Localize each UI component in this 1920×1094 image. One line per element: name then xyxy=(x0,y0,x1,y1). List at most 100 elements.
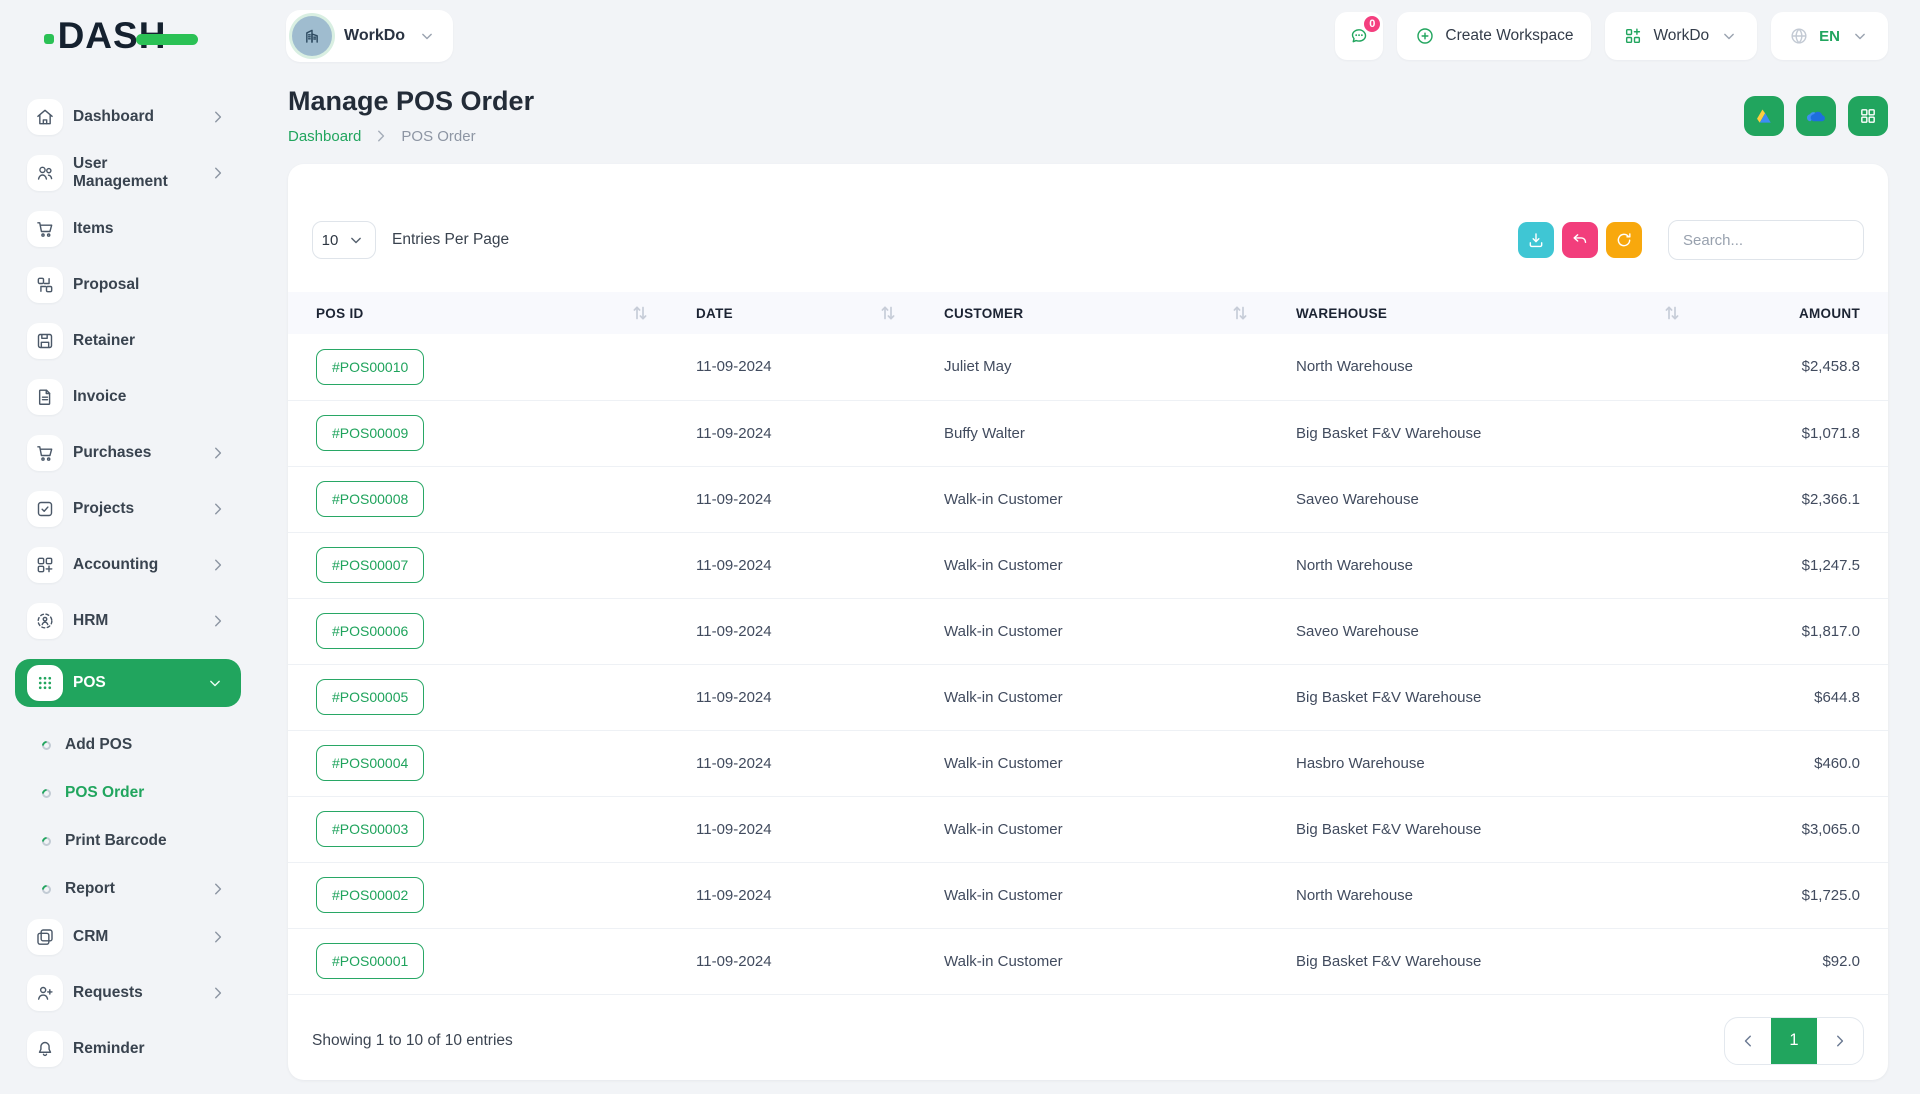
chevron-left-icon xyxy=(1738,1031,1758,1051)
pos-id-badge[interactable]: #POS00008 xyxy=(316,481,424,517)
sidebar-item-label: Requests xyxy=(73,984,198,1002)
sort-icon xyxy=(630,303,650,323)
table-row: #POS0000411-09-2024Walk-in CustomerHasbr… xyxy=(288,730,1888,796)
sidebar-item-crm[interactable]: CRM xyxy=(27,919,240,955)
sidebar-item-reminder[interactable]: Reminder xyxy=(27,1031,240,1067)
table-row: #POS0000711-09-2024Walk-in CustomerNorth… xyxy=(288,532,1888,598)
sidebar-item-label: POS xyxy=(73,674,195,692)
column-header-pos-id[interactable]: POS ID xyxy=(288,292,680,334)
column-header-label: DATE xyxy=(696,306,733,321)
sidebar-item-label: Invoice xyxy=(73,388,240,406)
google-drive-button[interactable] xyxy=(1744,96,1784,136)
sidebar-item-proposal[interactable]: Proposal xyxy=(27,267,240,303)
pos-id-badge[interactable]: #POS00007 xyxy=(316,547,424,583)
gdrive-icon xyxy=(1753,105,1775,127)
cell-date: 11-09-2024 xyxy=(680,664,928,730)
pos-id-badge[interactable]: #POS00001 xyxy=(316,943,424,979)
sidebar-item-label: Reminder xyxy=(73,1040,240,1058)
sidebar-item-dashboard[interactable]: Dashboard xyxy=(27,99,240,135)
sidebar-subitem-report[interactable]: Report xyxy=(0,865,256,913)
page-header: Manage POS Order Dashboard POS Order xyxy=(288,86,1888,146)
sidebar-item-requests[interactable]: Requests xyxy=(27,975,240,1011)
app-switcher-button[interactable]: WorkDo xyxy=(1605,12,1757,60)
sidebar-item-pos[interactable]: POS xyxy=(15,659,241,707)
cell-warehouse: North Warehouse xyxy=(1280,532,1712,598)
pos-id-badge[interactable]: #POS00009 xyxy=(316,415,424,451)
pos-id-badge[interactable]: #POS00010 xyxy=(316,349,424,385)
column-header-inner: WAREHOUSE xyxy=(1296,303,1696,323)
cell-amount: $2,458.8 xyxy=(1712,334,1888,400)
sidebar-subitem-add-pos[interactable]: Add POS xyxy=(0,721,256,769)
language-code: EN xyxy=(1819,28,1840,45)
cell-customer: Juliet May xyxy=(928,334,1280,400)
crm-icon xyxy=(27,919,63,955)
user-plus-icon xyxy=(27,975,63,1011)
pos-icon xyxy=(27,665,63,701)
cell-amount: $644.8 xyxy=(1712,664,1888,730)
column-header-label: CUSTOMER xyxy=(944,306,1023,321)
cell-customer: Walk-in Customer xyxy=(928,664,1280,730)
chevron-right-icon xyxy=(208,443,228,463)
cell-pos-id: #POS00007 xyxy=(288,532,680,598)
pos-id-badge[interactable]: #POS00006 xyxy=(316,613,424,649)
sidebar-subitem-print-barcode[interactable]: Print Barcode xyxy=(0,817,256,865)
pos-id-badge[interactable]: #POS00003 xyxy=(316,811,424,847)
cell-pos-id: #POS00006 xyxy=(288,598,680,664)
entries-per-page-select[interactable]: 10 xyxy=(312,221,376,259)
column-header-warehouse[interactable]: WAREHOUSE xyxy=(1280,292,1712,334)
sidebar-item-invoice[interactable]: Invoice xyxy=(27,379,240,415)
sidebar-subitem-label: Print Barcode xyxy=(65,832,256,850)
cell-customer: Buffy Walter xyxy=(928,400,1280,466)
entries-per-page: 10 Entries Per Page xyxy=(312,221,509,259)
sidebar-item-projects[interactable]: Projects xyxy=(27,491,240,527)
pagination-prev-button[interactable] xyxy=(1725,1018,1771,1064)
sidebar-item-label: Accounting xyxy=(73,556,198,574)
export-button[interactable] xyxy=(1518,222,1554,258)
cell-pos-id: #POS00004 xyxy=(288,730,680,796)
cell-pos-id: #POS00010 xyxy=(288,334,680,400)
pagination-page-1[interactable]: 1 xyxy=(1771,1018,1817,1064)
breadcrumb-dashboard-link[interactable]: Dashboard xyxy=(288,128,361,145)
sidebar-item-items[interactable]: Items xyxy=(27,211,240,247)
chevron-down-icon xyxy=(1719,26,1739,46)
column-header-customer[interactable]: CUSTOMER xyxy=(928,292,1280,334)
pagination-next-button[interactable] xyxy=(1817,1018,1863,1064)
pos-id-badge[interactable]: #POS00004 xyxy=(316,745,424,781)
sidebar-item-retainer[interactable]: Retainer xyxy=(27,323,240,359)
logo-dash xyxy=(136,34,198,45)
refresh-icon xyxy=(1614,230,1634,250)
language-selector[interactable]: EN xyxy=(1771,12,1888,60)
app-logo[interactable]: DASH xyxy=(58,15,199,57)
workspace-selector[interactable]: WorkDo xyxy=(286,10,453,62)
refresh-button[interactable] xyxy=(1606,222,1642,258)
cell-customer: Walk-in Customer xyxy=(928,796,1280,862)
sidebar-subitem-pos-order[interactable]: POS Order xyxy=(0,769,256,817)
chevron-right-icon xyxy=(208,163,228,183)
sidebar-item-label: Purchases xyxy=(73,444,198,462)
bullet-icon xyxy=(40,739,53,752)
pos-order-card: 10 Entries Per Page POS ID DATE CUSTOMER WA… xyxy=(288,164,1888,1080)
column-header-label: AMOUNT xyxy=(1799,306,1860,321)
sidebar-subitem-label: POS Order xyxy=(65,784,256,802)
create-workspace-button[interactable]: Create Workspace xyxy=(1397,12,1591,60)
sidebar-item-purchases[interactable]: Purchases xyxy=(27,435,240,471)
sidebar-item-label: Retainer xyxy=(73,332,240,350)
pos-id-badge[interactable]: #POS00002 xyxy=(316,877,424,913)
app-switcher-label: WorkDo xyxy=(1653,27,1709,45)
search-input[interactable] xyxy=(1668,220,1864,260)
sidebar-item-accounting[interactable]: Accounting xyxy=(27,547,240,583)
pos-id-badge[interactable]: #POS00005 xyxy=(316,679,424,715)
sidebar-item-hrm[interactable]: HRM xyxy=(27,603,240,639)
undo-button[interactable] xyxy=(1562,222,1598,258)
cell-date: 11-09-2024 xyxy=(680,796,928,862)
table-row: #POS0000911-09-2024Buffy WalterBig Baske… xyxy=(288,400,1888,466)
column-header-date[interactable]: DATE xyxy=(680,292,928,334)
module-grid-button[interactable] xyxy=(1848,96,1888,136)
cell-date: 11-09-2024 xyxy=(680,532,928,598)
column-header-amount: AMOUNT xyxy=(1712,292,1888,334)
onedrive-button[interactable] xyxy=(1796,96,1836,136)
messages-button[interactable]: 0 xyxy=(1335,12,1383,60)
cell-pos-id: #POS00008 xyxy=(288,466,680,532)
sidebar-item-user-management[interactable]: User Management xyxy=(27,155,240,191)
topbar: DASH WorkDo 0 Create Workspace WorkDo EN xyxy=(0,0,1920,72)
